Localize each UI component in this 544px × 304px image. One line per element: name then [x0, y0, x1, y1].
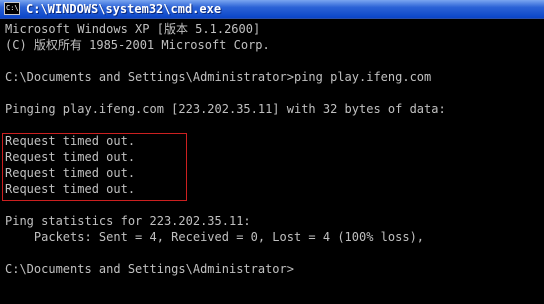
command-line: C:\Documents and Settings\Administrator>…: [5, 70, 432, 84]
console-line: Microsoft Windows XP [版本 5.1.2600]: [5, 22, 261, 36]
timeout-highlight-box: [2, 133, 187, 201]
console-line: Pinging play.ifeng.com [223.202.35.11] w…: [5, 102, 446, 116]
console-line: Packets: Sent = 4, Received = 0, Lost = …: [5, 230, 425, 244]
prompt-line: C:\Documents and Settings\Administrator>: [5, 262, 294, 276]
title-bar[interactable]: C:\ C:\WINDOWS\system32\cmd.exe: [0, 0, 544, 19]
cmd-app-icon[interactable]: C:\: [4, 2, 20, 15]
console-line: (C) 版权所有 1985-2001 Microsoft Corp.: [5, 38, 270, 52]
cmd-window: C:\ C:\WINDOWS\system32\cmd.exe Microsof…: [0, 0, 544, 304]
window-title: C:\WINDOWS\system32\cmd.exe: [26, 2, 222, 16]
console-line: Ping statistics for 223.202.35.11:: [5, 214, 251, 228]
